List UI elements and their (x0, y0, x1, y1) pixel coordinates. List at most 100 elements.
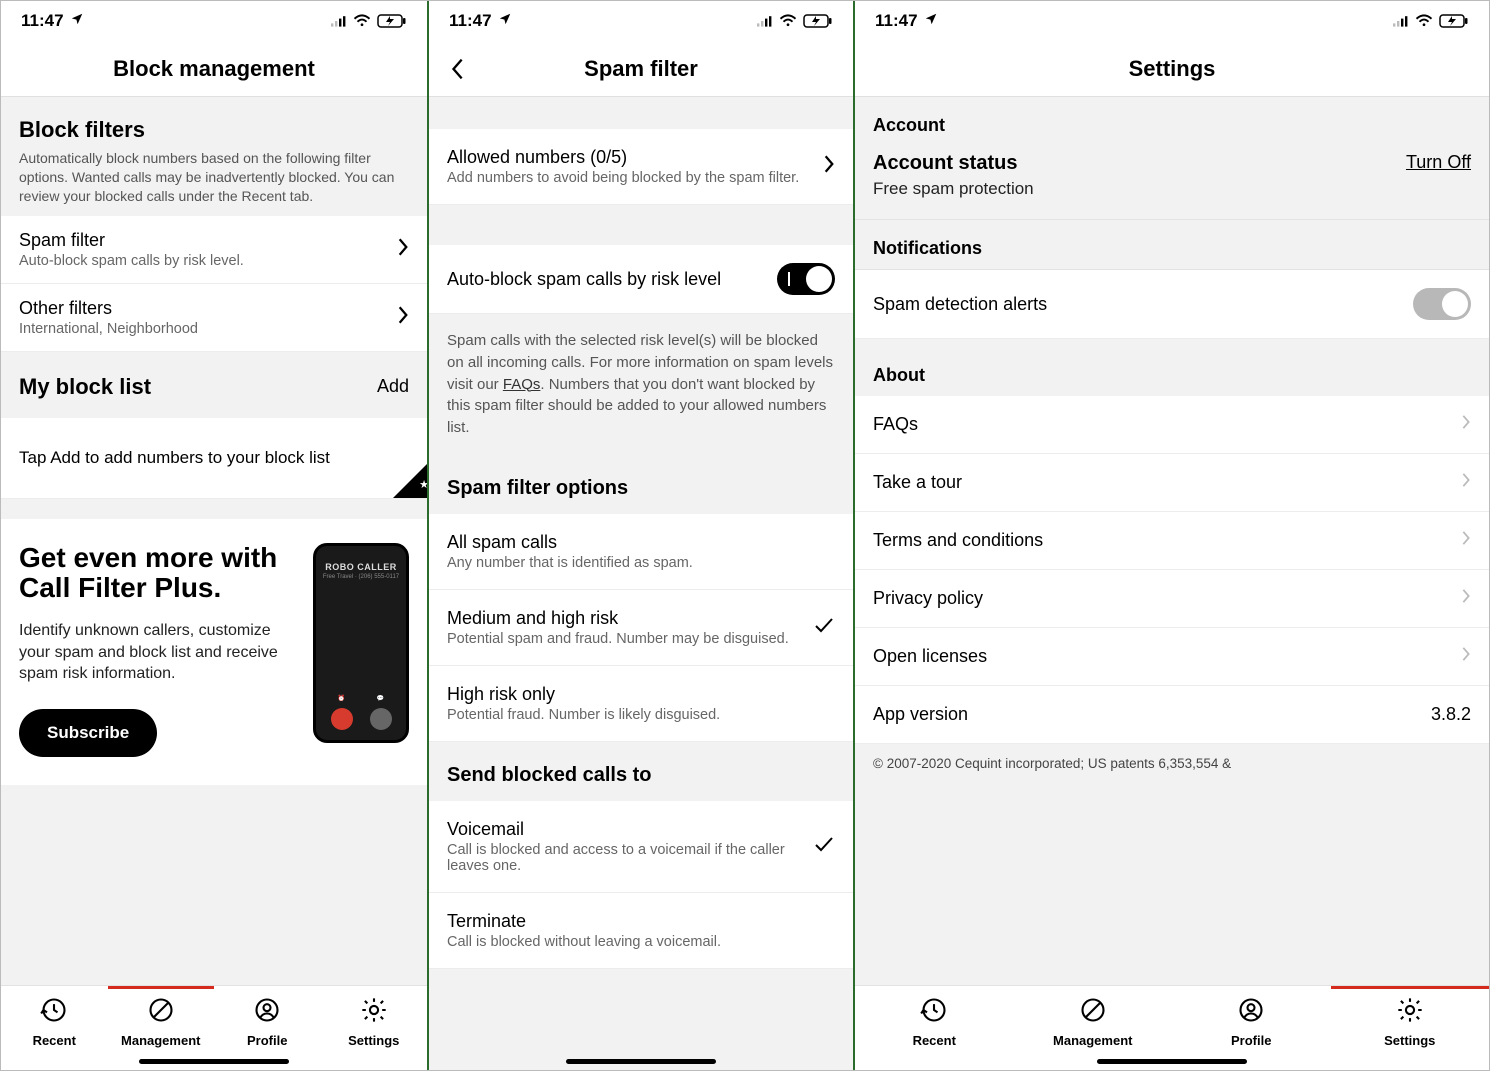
tab-recent-label: Recent (33, 1033, 76, 1048)
tab-bar: Recent Management Profile Settings (855, 985, 1489, 1070)
status-bar: 11:47 (855, 1, 1489, 41)
spam-alerts-label: Spam detection alerts (873, 294, 1401, 315)
send-voicemail[interactable]: Voicemail Call is blocked and access to … (429, 801, 853, 893)
opt-title: Medium and high risk (447, 608, 801, 629)
about-label: Take a tour (873, 472, 962, 493)
block-filters-header: Block filters Automatically block number… (1, 97, 427, 216)
send-terminate[interactable]: Terminate Call is blocked without leavin… (429, 893, 853, 969)
block-list-hint: Tap Add to add numbers to your block lis… (1, 418, 427, 499)
chevron-right-icon (397, 305, 409, 330)
about-terms[interactable]: Terms and conditions (855, 512, 1489, 570)
account-status-row: Account status Free spam protection Turn… (855, 146, 1489, 220)
block-filters-desc: Automatically block numbers based on the… (19, 149, 409, 206)
other-filters-title: Other filters (19, 298, 385, 319)
chevron-right-icon (1461, 646, 1471, 667)
send-title: Terminate (447, 911, 835, 932)
spam-alerts-toggle[interactable] (1413, 288, 1471, 320)
promo-card: Get even more with Call Filter Plus. Ide… (1, 519, 427, 785)
turn-off-button[interactable]: Turn Off (1406, 152, 1471, 173)
tab-management-label: Management (1053, 1033, 1132, 1048)
about-licenses[interactable]: Open licenses (855, 628, 1489, 686)
tab-management-label: Management (121, 1033, 200, 1048)
battery-icon (803, 14, 833, 28)
phone-mock-label: ROBO CALLER (322, 562, 400, 572)
tab-profile[interactable]: Profile (214, 996, 321, 1048)
tab-recent[interactable]: Recent (855, 996, 1014, 1048)
tab-settings[interactable]: Settings (1331, 996, 1490, 1048)
add-button[interactable]: Add (377, 376, 409, 397)
location-icon (498, 11, 512, 31)
opt-sub: Potential spam and fraud. Number may be … (447, 631, 801, 647)
chevron-right-icon (1461, 588, 1471, 609)
location-icon (924, 11, 938, 31)
opt-sub: Any number that is identified as spam. (447, 555, 835, 571)
my-block-list-title: My block list (19, 374, 151, 400)
wifi-icon (1415, 14, 1433, 28)
autoblock-toggle[interactable] (777, 263, 835, 295)
screen-settings: 11:47 Settings Account Account status Fr… (853, 1, 1489, 1070)
autoblock-row: Auto-block spam calls by risk level (429, 245, 853, 314)
send-heading: Send blocked calls to (429, 742, 853, 801)
about-label: Privacy policy (873, 588, 983, 609)
battery-icon (377, 14, 407, 28)
status-bar: 11:47 (1, 1, 427, 41)
profile-icon (253, 996, 281, 1029)
home-indicator[interactable] (139, 1059, 289, 1064)
option-medium-high[interactable]: Medium and high risk Potential spam and … (429, 590, 853, 666)
account-section-label: Account (855, 97, 1489, 146)
subscribe-button[interactable]: Subscribe (19, 709, 157, 757)
about-label: FAQs (873, 414, 918, 435)
option-high-only[interactable]: High risk only Potential fraud. Number i… (429, 666, 853, 742)
tab-recent[interactable]: Recent (1, 996, 108, 1048)
spam-options-heading: Spam filter options (429, 455, 853, 514)
tab-settings-label: Settings (1384, 1033, 1435, 1048)
recent-icon (40, 996, 68, 1029)
about-faqs[interactable]: FAQs (855, 396, 1489, 454)
tab-settings[interactable]: Settings (321, 996, 428, 1048)
tab-management[interactable]: Management (108, 996, 215, 1048)
about-tour[interactable]: Take a tour (855, 454, 1489, 512)
recent-icon (920, 996, 948, 1029)
allowed-numbers-row[interactable]: Allowed numbers (0/5) Add numbers to avo… (429, 129, 853, 205)
send-title: Voicemail (447, 819, 801, 840)
about-privacy[interactable]: Privacy policy (855, 570, 1489, 628)
phone-mock-sub: Free Travel · (206) 555-0117 (322, 574, 400, 580)
app-version-row: App version 3.8.2 (855, 686, 1489, 744)
other-filters-row[interactable]: Other filters International, Neighborhoo… (1, 284, 427, 352)
app-version-label: App version (873, 704, 968, 725)
management-icon (1079, 996, 1107, 1029)
wifi-icon (779, 14, 797, 28)
decline-icon (331, 708, 353, 730)
account-status-title: Account status (873, 152, 1034, 175)
autoblock-label: Auto-block spam calls by risk level (447, 269, 765, 290)
promo-desc: Identify unknown callers, customize your… (19, 620, 299, 685)
accept-icon (370, 708, 392, 730)
tab-management[interactable]: Management (1014, 996, 1173, 1048)
nav-header: Block management (1, 41, 427, 97)
other-filters-sub: International, Neighborhood (19, 321, 385, 337)
screen-block-management: 11:47 Block management Block filters Aut… (1, 1, 427, 1070)
tab-settings-label: Settings (348, 1033, 399, 1048)
signal-icon (1393, 14, 1409, 28)
location-icon (70, 11, 84, 31)
send-sub: Call is blocked without leaving a voicem… (447, 934, 835, 950)
allowed-title: Allowed numbers (0/5) (447, 147, 811, 168)
faq-link[interactable]: FAQs (503, 376, 541, 393)
option-all-spam[interactable]: All spam calls Any number that is identi… (429, 514, 853, 590)
nav-header: Settings (855, 41, 1489, 97)
allowed-sub: Add numbers to avoid being blocked by th… (447, 170, 811, 186)
spam-filter-row[interactable]: Spam filter Auto-block spam calls by ris… (1, 216, 427, 284)
battery-icon (1439, 14, 1469, 28)
back-button[interactable] (441, 53, 473, 85)
home-indicator[interactable] (566, 1059, 716, 1064)
spam-filter-title: Spam filter (19, 230, 385, 251)
tab-profile[interactable]: Profile (1172, 996, 1331, 1048)
tab-bar: Recent Management Profile Settings (1, 985, 427, 1070)
home-indicator[interactable] (1097, 1059, 1247, 1064)
tab-recent-label: Recent (913, 1033, 956, 1048)
signal-icon (331, 14, 347, 28)
about-label: Terms and conditions (873, 530, 1043, 551)
settings-icon (360, 996, 388, 1029)
page-title: Block management (113, 56, 315, 82)
wifi-icon (353, 14, 371, 28)
